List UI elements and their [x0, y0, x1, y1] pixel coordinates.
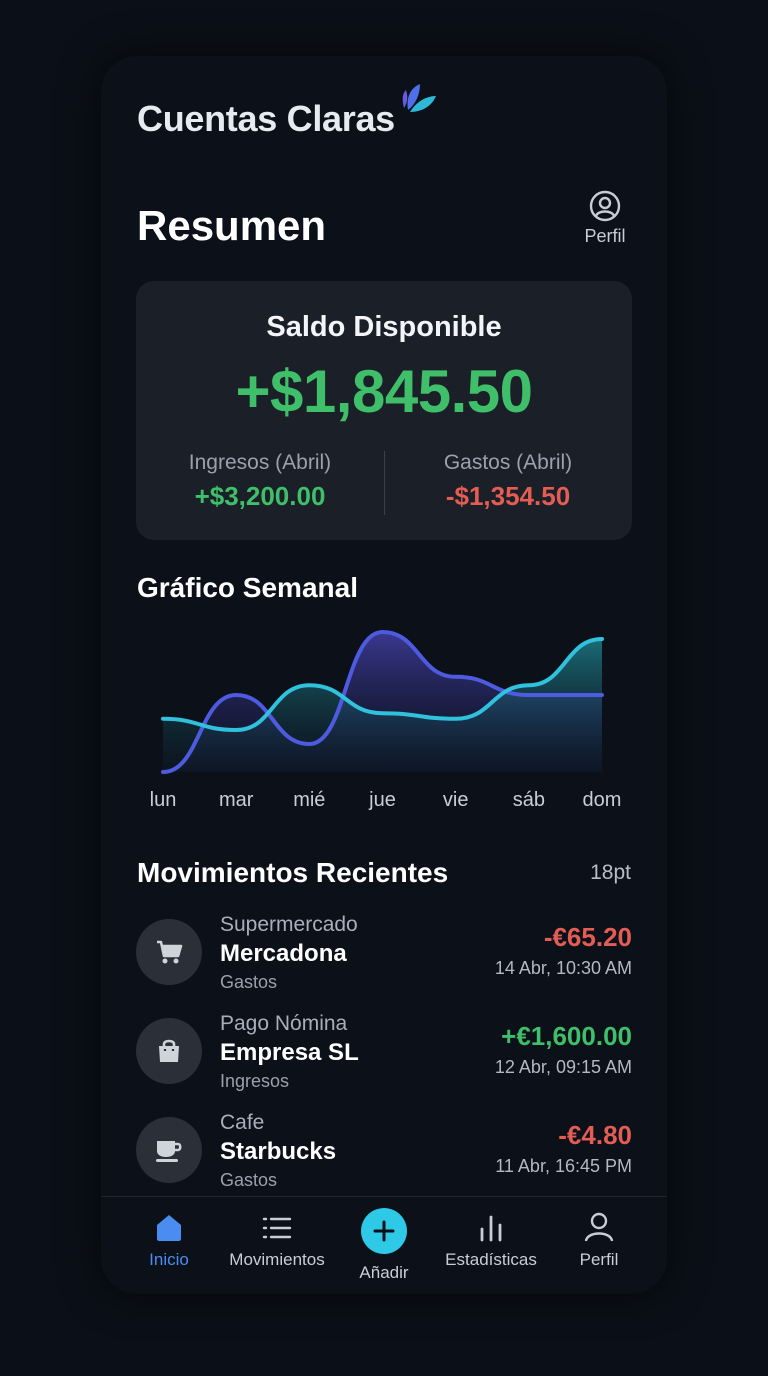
- balance-card: Saldo Disponible +$1,845.50 Ingresos (Ab…: [136, 281, 632, 540]
- income-value: +$3,200.00: [194, 481, 326, 511]
- transaction-name: Starbucks: [220, 1138, 337, 1165]
- transaction-amount: -€65.20: [543, 922, 632, 952]
- nav-movements-label: Movimientos: [229, 1250, 325, 1269]
- balance-amount: +$1,845.50: [235, 358, 533, 425]
- user-icon: [584, 1212, 614, 1242]
- nav-home[interactable]: Inicio: [114, 1197, 224, 1270]
- transaction-date: 14 Abr, 10:30 AM: [494, 958, 632, 978]
- nav-profile[interactable]: Perfil: [544, 1197, 654, 1270]
- transaction-name: Empresa SL: [220, 1039, 359, 1066]
- weekly-chart-title: Gráfico Semanal: [137, 572, 358, 603]
- nav-add[interactable]: Añadir: [329, 1197, 439, 1283]
- chart-x-tick: mar: [219, 789, 254, 811]
- home-icon: [157, 1215, 181, 1241]
- profile-button[interactable]: Perfil: [575, 190, 635, 247]
- transaction-type: Gastos: [220, 1170, 278, 1190]
- leaf-logo-icon: [402, 84, 436, 112]
- user-circle-icon: [589, 190, 621, 222]
- app-screen: Cuentas Claras Resumen Perfil Saldo Disp…: [101, 56, 667, 1294]
- weekly-chart: lun mar mié jue vie sáb dom: [137, 616, 637, 816]
- profile-label: Perfil: [584, 226, 626, 246]
- nav-profile-label: Perfil: [579, 1250, 619, 1269]
- page-title: Resumen: [137, 202, 327, 249]
- transaction-name: Mercadona: [220, 940, 347, 967]
- plus-icon: [373, 1220, 395, 1242]
- balance-label: Saldo Disponible: [266, 311, 502, 343]
- transaction-category: Pago Nómina: [220, 1012, 348, 1035]
- chart-x-tick: lun: [150, 789, 177, 811]
- cart-icon: [136, 919, 202, 985]
- transaction-amount: +€1,600.00: [501, 1021, 632, 1051]
- nav-home-label: Inicio: [149, 1250, 189, 1269]
- transaction-date: 12 Abr, 09:15 AM: [494, 1057, 632, 1077]
- chart-x-tick: dom: [583, 789, 622, 811]
- bag-icon: [136, 1018, 202, 1084]
- movements-title: Movimientos Recientes: [137, 857, 449, 888]
- bottom-nav: Inicio Movimientos Añadir Estadísticas P…: [101, 1196, 667, 1294]
- expense-label: Gastos (Abril): [443, 451, 573, 474]
- nav-add-label: Añadir: [359, 1263, 409, 1282]
- transaction-type: Ingresos: [220, 1071, 290, 1091]
- app-brand: Cuentas Claras: [137, 98, 395, 139]
- nav-stats-label: Estadísticas: [445, 1250, 537, 1269]
- list-icon: [262, 1217, 292, 1239]
- transaction-category: Cafe: [220, 1111, 265, 1134]
- transaction-date: 11 Abr, 16:45 PM: [495, 1156, 632, 1176]
- list-item[interactable]: Cafe Starbucks Gastos -€4.80 11 Abr, 16:…: [136, 1109, 632, 1208]
- nav-stats[interactable]: Estadísticas: [436, 1197, 546, 1270]
- expense-value: -$1,354.50: [445, 481, 571, 511]
- transaction-amount: -€4.80: [558, 1120, 632, 1150]
- chart-x-tick: jue: [368, 789, 396, 811]
- income-label: Ingresos (Abril): [188, 451, 332, 474]
- movements-meta: 18pt: [590, 861, 631, 884]
- transaction-category: Supermercado: [220, 913, 358, 936]
- chart-x-tick: vie: [443, 789, 469, 811]
- add-button[interactable]: [361, 1208, 407, 1254]
- chart-x-tick: mié: [293, 789, 325, 811]
- expense-summary: Gastos (Abril) -$1,354.50: [384, 451, 632, 512]
- list-item[interactable]: Supermercado Mercadona Gastos -€65.20 14…: [136, 911, 632, 1010]
- coffee-icon: [136, 1117, 202, 1183]
- list-item[interactable]: Pago Nómina Empresa SL Ingresos +€1,600.…: [136, 1010, 632, 1109]
- income-summary: Ingresos (Abril) +$3,200.00: [136, 451, 384, 512]
- chart-x-tick: sáb: [513, 789, 545, 811]
- transaction-type: Gastos: [220, 972, 278, 992]
- movements-list: Supermercado Mercadona Gastos -€65.20 14…: [136, 911, 632, 1208]
- nav-movements[interactable]: Movimientos: [222, 1197, 332, 1270]
- bar-chart-icon: [480, 1215, 502, 1242]
